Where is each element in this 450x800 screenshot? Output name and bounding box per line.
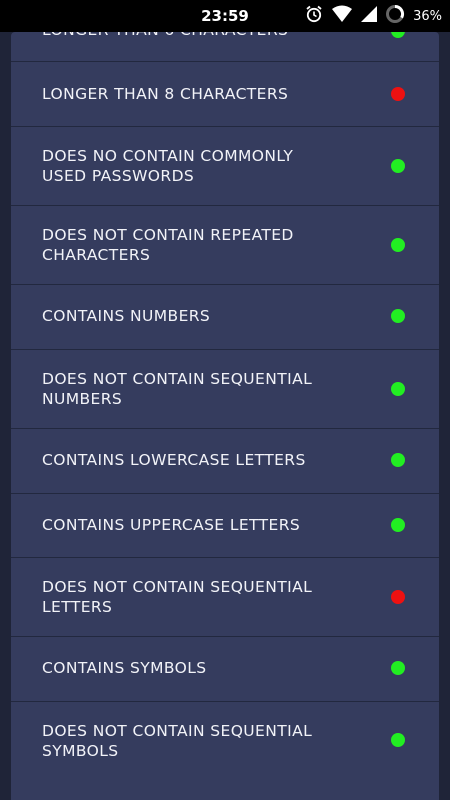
status-indicator [391, 453, 405, 467]
check-row: DOES NOT CONTAIN SEQUENTIAL SYMBOLS [11, 702, 439, 780]
status-indicator [391, 309, 405, 323]
check-row: CONTAINS LOWERCASE LETTERS [11, 429, 439, 494]
password-checks-card: LONGER THAN 6 CHARACTERS LONGER THAN 8 C… [11, 32, 439, 800]
alarm-icon [305, 5, 323, 27]
check-label: DOES NOT CONTAIN SEQUENTIAL NUMBERS [42, 370, 313, 408]
check-row: CONTAINS UPPERCASE LETTERS [11, 494, 439, 558]
wifi-icon [331, 5, 353, 27]
status-icons: 36% [305, 0, 442, 32]
status-indicator [391, 590, 405, 604]
check-row: CONTAINS NUMBERS [11, 285, 439, 350]
check-label: DOES NOT CONTAIN SEQUENTIAL SYMBOLS [42, 722, 313, 760]
check-row: DOES NO CONTAIN COMMONLY USED PASSWORDS [11, 127, 439, 206]
status-indicator [391, 32, 405, 38]
check-label: LONGER THAN 6 CHARACTERS [42, 32, 342, 40]
check-label: CONTAINS NUMBERS [42, 307, 211, 325]
status-bar: 23:59 36% [0, 0, 450, 32]
check-label: LONGER THAN 8 CHARACTERS [42, 85, 289, 103]
status-indicator [391, 159, 405, 173]
check-label: CONTAINS LOWERCASE LETTERS [42, 451, 306, 469]
status-indicator [391, 382, 405, 396]
status-indicator [391, 238, 405, 252]
check-row: DOES NOT CONTAIN SEQUENTIAL NUMBERS [11, 350, 439, 429]
check-label: DOES NOT CONTAIN REPEATED CHARACTERS [42, 226, 294, 264]
status-indicator [391, 87, 405, 101]
battery-icon [385, 4, 405, 28]
status-indicator [391, 733, 405, 747]
check-label: DOES NOT CONTAIN SEQUENTIAL LETTERS [42, 578, 313, 616]
check-label: DOES NO CONTAIN COMMONLY USED PASSWORDS [42, 147, 294, 185]
check-label: CONTAINS SYMBOLS [42, 659, 207, 677]
status-indicator [391, 661, 405, 675]
signal-icon [361, 6, 378, 26]
check-row: DOES NOT CONTAIN SEQUENTIAL LETTERS [11, 558, 439, 637]
scroll-area[interactable]: LONGER THAN 6 CHARACTERS LONGER THAN 8 C… [0, 32, 450, 800]
check-row: LONGER THAN 8 CHARACTERS [11, 62, 439, 127]
check-row: DOES NOT CONTAIN REPEATED CHARACTERS [11, 206, 439, 285]
check-label: CONTAINS UPPERCASE LETTERS [42, 516, 301, 534]
status-indicator [391, 518, 405, 532]
check-row: CONTAINS SYMBOLS [11, 637, 439, 702]
check-row: LONGER THAN 6 CHARACTERS [11, 32, 439, 62]
battery-percent: 36% [413, 8, 442, 24]
